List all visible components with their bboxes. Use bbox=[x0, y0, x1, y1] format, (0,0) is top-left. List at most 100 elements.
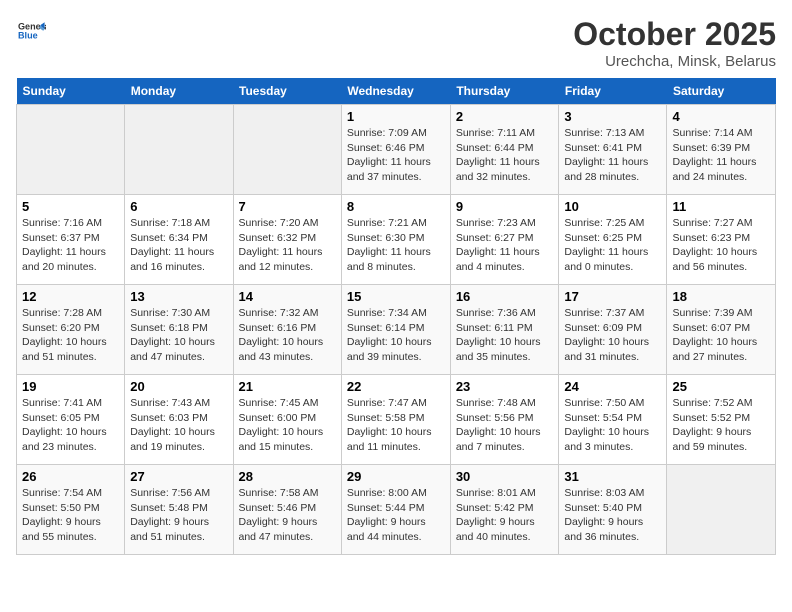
day-info: Sunrise: 7:30 AM Sunset: 6:18 PM Dayligh… bbox=[130, 306, 227, 365]
page-title: October 2025 bbox=[573, 16, 776, 53]
day-number: 22 bbox=[347, 379, 445, 394]
calendar-cell: 23 Sunrise: 7:48 AM Sunset: 5:56 PM Dayli… bbox=[450, 375, 559, 465]
calendar-cell bbox=[667, 465, 776, 555]
day-info: Sunrise: 8:01 AM Sunset: 5:42 PM Dayligh… bbox=[456, 486, 554, 545]
calendar-cell: 6 Sunrise: 7:18 AM Sunset: 6:34 PM Daylig… bbox=[125, 195, 233, 285]
day-info: Sunrise: 7:43 AM Sunset: 6:03 PM Dayligh… bbox=[130, 396, 227, 455]
calendar-cell: 29Sunrise: 8:00 AM Sunset: 5:44 PM Dayli… bbox=[341, 465, 450, 555]
calendar-cell bbox=[17, 105, 125, 195]
day-header-tuesday: Tuesday bbox=[233, 78, 341, 105]
day-number: 12 bbox=[22, 289, 119, 304]
day-number: 31 bbox=[564, 469, 661, 484]
day-number: 14 bbox=[239, 289, 336, 304]
day-number: 3 bbox=[564, 109, 661, 124]
day-number: 8 bbox=[347, 199, 445, 214]
calendar-cell: 12 Sunrise: 7:28 AM Sunset: 6:20 PM Dayli… bbox=[17, 285, 125, 375]
day-info: Sunrise: 7:41 AM Sunset: 6:05 PM Dayligh… bbox=[22, 396, 119, 455]
day-number: 6 bbox=[130, 199, 227, 214]
day-number: 28 bbox=[239, 469, 336, 484]
day-header-wednesday: Wednesday bbox=[341, 78, 450, 105]
calendar-cell: 8Sunrise: 7:21 AM Sunset: 6:30 PM Daylig… bbox=[341, 195, 450, 285]
day-number: 26 bbox=[22, 469, 119, 484]
day-info: Sunrise: 7:32 AM Sunset: 6:16 PM Dayligh… bbox=[239, 306, 336, 365]
page-subtitle: Urechcha, Minsk, Belarus bbox=[573, 53, 776, 70]
day-info: Sunrise: 7:16 AM Sunset: 6:37 PM Dayligh… bbox=[22, 216, 119, 275]
calendar-cell: 10 Sunrise: 7:25 AM Sunset: 6:25 PM Dayli… bbox=[559, 195, 667, 285]
day-number: 27 bbox=[130, 469, 227, 484]
day-number: 24 bbox=[564, 379, 661, 394]
calendar-week-row: 5 Sunrise: 7:16 AM Sunset: 6:37 PM Daylig… bbox=[17, 195, 776, 285]
calendar-cell: 9Sunrise: 7:23 AM Sunset: 6:27 PM Daylig… bbox=[450, 195, 559, 285]
calendar-week-row: 12 Sunrise: 7:28 AM Sunset: 6:20 PM Dayli… bbox=[17, 285, 776, 375]
calendar-cell: 21Sunrise: 7:45 AM Sunset: 6:00 PM Dayli… bbox=[233, 375, 341, 465]
day-number: 30 bbox=[456, 469, 554, 484]
day-info: Sunrise: 7:52 AM Sunset: 5:52 PM Dayligh… bbox=[672, 396, 770, 455]
day-number: 4 bbox=[672, 109, 770, 124]
day-info: Sunrise: 7:28 AM Sunset: 6:20 PM Dayligh… bbox=[22, 306, 119, 365]
day-number: 10 bbox=[564, 199, 661, 214]
page-header: General Blue October 2025 Urechcha, Mins… bbox=[16, 16, 776, 70]
day-number: 16 bbox=[456, 289, 554, 304]
calendar-cell: 17 Sunrise: 7:37 AM Sunset: 6:09 PM Dayli… bbox=[559, 285, 667, 375]
day-number: 7 bbox=[239, 199, 336, 214]
calendar-header-row: SundayMondayTuesdayWednesdayThursdayFrid… bbox=[17, 78, 776, 105]
day-info: Sunrise: 7:18 AM Sunset: 6:34 PM Dayligh… bbox=[130, 216, 227, 275]
logo: General Blue bbox=[16, 16, 46, 49]
day-header-friday: Friday bbox=[559, 78, 667, 105]
calendar-cell: 18 Sunrise: 7:39 AM Sunset: 6:07 PM Dayli… bbox=[667, 285, 776, 375]
day-info: Sunrise: 7:48 AM Sunset: 5:56 PM Dayligh… bbox=[456, 396, 554, 455]
calendar-cell: 24 Sunrise: 7:50 AM Sunset: 5:54 PM Dayli… bbox=[559, 375, 667, 465]
calendar-table: SundayMondayTuesdayWednesdayThursdayFrid… bbox=[16, 78, 776, 555]
calendar-cell: 11Sunrise: 7:27 AM Sunset: 6:23 PM Dayli… bbox=[667, 195, 776, 285]
day-info: Sunrise: 7:45 AM Sunset: 6:00 PM Dayligh… bbox=[239, 396, 336, 455]
calendar-cell: 2Sunrise: 7:11 AM Sunset: 6:44 PM Daylig… bbox=[450, 105, 559, 195]
day-header-sunday: Sunday bbox=[17, 78, 125, 105]
calendar-cell: 30 Sunrise: 8:01 AM Sunset: 5:42 PM Dayli… bbox=[450, 465, 559, 555]
day-info: Sunrise: 7:14 AM Sunset: 6:39 PM Dayligh… bbox=[672, 126, 770, 185]
day-info: Sunrise: 7:47 AM Sunset: 5:58 PM Dayligh… bbox=[347, 396, 445, 455]
calendar-cell bbox=[233, 105, 341, 195]
calendar-cell: 31Sunrise: 8:03 AM Sunset: 5:40 PM Dayli… bbox=[559, 465, 667, 555]
calendar-cell: 15 Sunrise: 7:34 AM Sunset: 6:14 PM Dayli… bbox=[341, 285, 450, 375]
day-info: Sunrise: 7:56 AM Sunset: 5:48 PM Dayligh… bbox=[130, 486, 227, 545]
day-header-monday: Monday bbox=[125, 78, 233, 105]
calendar-cell: 25 Sunrise: 7:52 AM Sunset: 5:52 PM Dayli… bbox=[667, 375, 776, 465]
day-info: Sunrise: 7:11 AM Sunset: 6:44 PM Dayligh… bbox=[456, 126, 554, 185]
day-header-thursday: Thursday bbox=[450, 78, 559, 105]
calendar-week-row: 1Sunrise: 7:09 AM Sunset: 6:46 PM Daylig… bbox=[17, 105, 776, 195]
day-number: 19 bbox=[22, 379, 119, 394]
calendar-cell: 7 Sunrise: 7:20 AM Sunset: 6:32 PM Daylig… bbox=[233, 195, 341, 285]
day-number: 25 bbox=[672, 379, 770, 394]
day-number: 13 bbox=[130, 289, 227, 304]
calendar-cell: 4 Sunrise: 7:14 AM Sunset: 6:39 PM Daylig… bbox=[667, 105, 776, 195]
title-block: October 2025 Urechcha, Minsk, Belarus bbox=[573, 16, 776, 70]
day-info: Sunrise: 7:34 AM Sunset: 6:14 PM Dayligh… bbox=[347, 306, 445, 365]
day-info: Sunrise: 7:25 AM Sunset: 6:25 PM Dayligh… bbox=[564, 216, 661, 275]
day-info: Sunrise: 7:27 AM Sunset: 6:23 PM Dayligh… bbox=[672, 216, 770, 275]
day-info: Sunrise: 7:58 AM Sunset: 5:46 PM Dayligh… bbox=[239, 486, 336, 545]
calendar-cell: 5 Sunrise: 7:16 AM Sunset: 6:37 PM Daylig… bbox=[17, 195, 125, 285]
day-info: Sunrise: 7:23 AM Sunset: 6:27 PM Dayligh… bbox=[456, 216, 554, 275]
calendar-cell: 27 Sunrise: 7:56 AM Sunset: 5:48 PM Dayli… bbox=[125, 465, 233, 555]
day-info: Sunrise: 7:39 AM Sunset: 6:07 PM Dayligh… bbox=[672, 306, 770, 365]
day-number: 20 bbox=[130, 379, 227, 394]
day-info: Sunrise: 7:13 AM Sunset: 6:41 PM Dayligh… bbox=[564, 126, 661, 185]
day-info: Sunrise: 7:37 AM Sunset: 6:09 PM Dayligh… bbox=[564, 306, 661, 365]
calendar-week-row: 19 Sunrise: 7:41 AM Sunset: 6:05 PM Dayli… bbox=[17, 375, 776, 465]
svg-text:Blue: Blue bbox=[18, 30, 38, 40]
day-number: 17 bbox=[564, 289, 661, 304]
day-header-saturday: Saturday bbox=[667, 78, 776, 105]
day-number: 23 bbox=[456, 379, 554, 394]
day-number: 5 bbox=[22, 199, 119, 214]
day-info: Sunrise: 7:20 AM Sunset: 6:32 PM Dayligh… bbox=[239, 216, 336, 275]
day-info: Sunrise: 7:36 AM Sunset: 6:11 PM Dayligh… bbox=[456, 306, 554, 365]
day-number: 18 bbox=[672, 289, 770, 304]
calendar-cell: 13 Sunrise: 7:30 AM Sunset: 6:18 PM Dayli… bbox=[125, 285, 233, 375]
calendar-week-row: 26 Sunrise: 7:54 AM Sunset: 5:50 PM Dayli… bbox=[17, 465, 776, 555]
calendar-cell: 16 Sunrise: 7:36 AM Sunset: 6:11 PM Dayli… bbox=[450, 285, 559, 375]
calendar-cell: 22 Sunrise: 7:47 AM Sunset: 5:58 PM Dayli… bbox=[341, 375, 450, 465]
day-info: Sunrise: 7:50 AM Sunset: 5:54 PM Dayligh… bbox=[564, 396, 661, 455]
day-info: Sunrise: 7:54 AM Sunset: 5:50 PM Dayligh… bbox=[22, 486, 119, 545]
logo-icon: General Blue bbox=[18, 16, 46, 44]
day-number: 15 bbox=[347, 289, 445, 304]
